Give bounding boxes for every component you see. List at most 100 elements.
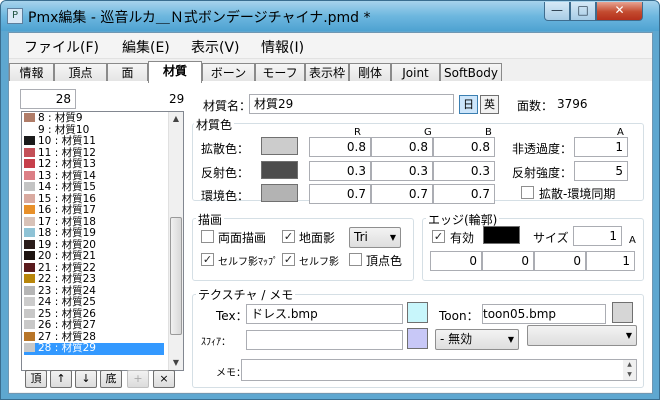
material-list[interactable]: 8 : 材質9 9 : 材質10 10 : 材質11 11 : 材質12 12 …: [21, 111, 184, 371]
menu-view[interactable]: 表示(V): [191, 37, 240, 57]
tab-morph[interactable]: モーフ: [255, 63, 305, 82]
list-scrollbar[interactable]: ▲ ▼: [168, 112, 183, 370]
menu-file[interactable]: ファイル(F): [24, 37, 99, 57]
alpha-label: 非透過度：: [512, 142, 573, 156]
app-icon: P: [7, 8, 23, 24]
tab-vertex[interactable]: 頂点: [54, 63, 107, 82]
scroll-down-icon[interactable]: ▼: [170, 357, 182, 369]
title-bar[interactable]: P Pmx編集 - 巡音ルカ＿Ｎ式ボンデージチャイナ.pmd * — □ ✕: [1, 1, 659, 31]
texture-preview[interactable]: [407, 302, 428, 323]
material-name-input[interactable]: 材質29: [249, 94, 454, 114]
list-item-selected[interactable]: 28 : 材質29: [24, 343, 164, 355]
tab-face[interactable]: 面: [107, 63, 148, 82]
tab-bone[interactable]: ボーン: [202, 63, 255, 82]
ambient-b-input[interactable]: 0.7: [433, 184, 495, 204]
minimize-button[interactable]: —: [544, 2, 570, 21]
memo-scrollbar[interactable]: ▲ ▼: [623, 360, 636, 380]
edge-color-swatch[interactable]: [483, 226, 520, 244]
toon-preview[interactable]: [612, 302, 633, 323]
lang-jp-toggle[interactable]: 日: [459, 95, 478, 114]
ambient-r-input[interactable]: 0.7: [309, 184, 371, 204]
edge-r-input[interactable]: 0: [430, 251, 482, 271]
specular-g-input[interactable]: 0.3: [371, 161, 433, 181]
alpha-input[interactable]: 1: [574, 137, 628, 157]
diffuse-b-input[interactable]: 0.8: [433, 137, 495, 157]
toon-input[interactable]: toon05.bmp: [482, 304, 606, 324]
chevron-down-icon: ▼: [389, 233, 396, 242]
diffuse-color-swatch[interactable]: [261, 137, 298, 155]
material-color-swatch: [24, 308, 35, 318]
tab-strip: 情報 頂点 面 材質 ボーン モーフ 表示枠 剛体 Joint SoftBody: [9, 61, 652, 83]
delete-button[interactable]: ×: [153, 370, 175, 388]
primitive-select[interactable]: Tri ▼: [349, 227, 401, 248]
material-color-swatch: [24, 216, 35, 226]
toon-preset-select[interactable]: ▼: [527, 325, 637, 346]
self-shadow-label: セルフ影: [299, 257, 339, 268]
diffuse-g-input[interactable]: 0.8: [371, 137, 433, 157]
vertex-color-checkbox[interactable]: [349, 253, 362, 266]
material-color-swatch: [24, 262, 35, 272]
edge-a-input[interactable]: 1: [586, 251, 635, 271]
double-sided-checkbox[interactable]: [201, 230, 214, 243]
edge-size-input[interactable]: 1: [573, 226, 622, 246]
menu-edit[interactable]: 編集(E): [122, 37, 170, 57]
specular-color-swatch[interactable]: [261, 161, 298, 179]
material-color-swatch: [24, 159, 35, 168]
material-color-swatch: [24, 147, 35, 157]
ambient-g-input[interactable]: 0.7: [371, 184, 433, 204]
material-color-swatch: [24, 239, 35, 249]
scroll-up-icon[interactable]: ▲: [170, 113, 182, 125]
tab-info[interactable]: 情報: [9, 63, 54, 82]
move-top-button[interactable]: 頂: [25, 370, 47, 388]
lang-en-toggle[interactable]: 英: [480, 95, 499, 114]
add-button[interactable]: +: [127, 370, 149, 388]
material-index-input[interactable]: 28: [20, 89, 76, 109]
edge-b-input[interactable]: 0: [534, 251, 586, 271]
material-color-swatch: [24, 331, 35, 341]
face-count-value: 3796: [557, 97, 588, 111]
chevron-down-icon: ▼: [507, 335, 514, 344]
edge-enabled-label: 有効: [450, 231, 475, 245]
vertex-color-label: 頂点色: [366, 254, 403, 268]
material-color-swatch: [24, 124, 35, 134]
specular-b-input[interactable]: 0.3: [433, 161, 495, 181]
scroll-thumb[interactable]: [170, 217, 182, 335]
edge-g-input[interactable]: 0: [482, 251, 534, 271]
material-color-swatch: [24, 170, 35, 180]
ambient-color-swatch[interactable]: [261, 184, 298, 202]
move-bottom-button[interactable]: 底: [100, 370, 122, 388]
material-color-swatch: [24, 113, 35, 122]
tab-softbody[interactable]: SoftBody: [440, 63, 502, 82]
edge-enabled-checkbox[interactable]: ✓: [432, 230, 445, 243]
material-color-swatch: [24, 205, 35, 214]
material-color-swatch: [24, 182, 35, 191]
self-shadow-checkbox[interactable]: ✓: [282, 253, 295, 266]
move-down-button[interactable]: ↓: [75, 370, 97, 388]
sphere-preview[interactable]: [407, 328, 428, 349]
ground-shadow-checkbox[interactable]: ✓: [282, 230, 295, 243]
material-color-swatch: [24, 193, 35, 203]
draw-group-label: 描画: [196, 211, 225, 228]
texture-input[interactable]: ドレス.bmp: [246, 304, 403, 324]
edge-a-header: A: [629, 235, 636, 246]
memo-input[interactable]: ▲ ▼: [241, 359, 637, 381]
menu-info[interactable]: 情報(I): [261, 37, 304, 57]
self-shadow-map-checkbox[interactable]: ✓: [201, 253, 214, 266]
material-color-group-label: 材質色: [194, 116, 235, 133]
maximize-button[interactable]: □: [570, 2, 596, 21]
tab-display-frame[interactable]: 表示枠: [305, 63, 349, 82]
sphere-input[interactable]: [246, 330, 403, 350]
spec-power-input[interactable]: 5: [574, 161, 628, 181]
move-up-button[interactable]: ↑: [50, 370, 72, 388]
material-panel: 28 29 8 : 材質9 9 : 材質10 10 : 材質11 11 : 材質…: [9, 81, 652, 392]
diffuse-r-input[interactable]: 0.8: [309, 137, 371, 157]
sphere-mode-select[interactable]: - 無効 ▼: [435, 329, 519, 350]
tab-joint[interactable]: Joint: [391, 63, 440, 82]
face-count-label: 面数：: [517, 99, 554, 113]
tab-rigid-body[interactable]: 剛体: [349, 63, 391, 82]
diffuse-ambient-sync-checkbox[interactable]: [521, 186, 534, 199]
specular-r-input[interactable]: 0.3: [309, 161, 371, 181]
close-button[interactable]: ✕: [596, 2, 643, 21]
diffuse-label: 拡散色：: [201, 142, 250, 156]
tab-material[interactable]: 材質: [148, 61, 202, 83]
